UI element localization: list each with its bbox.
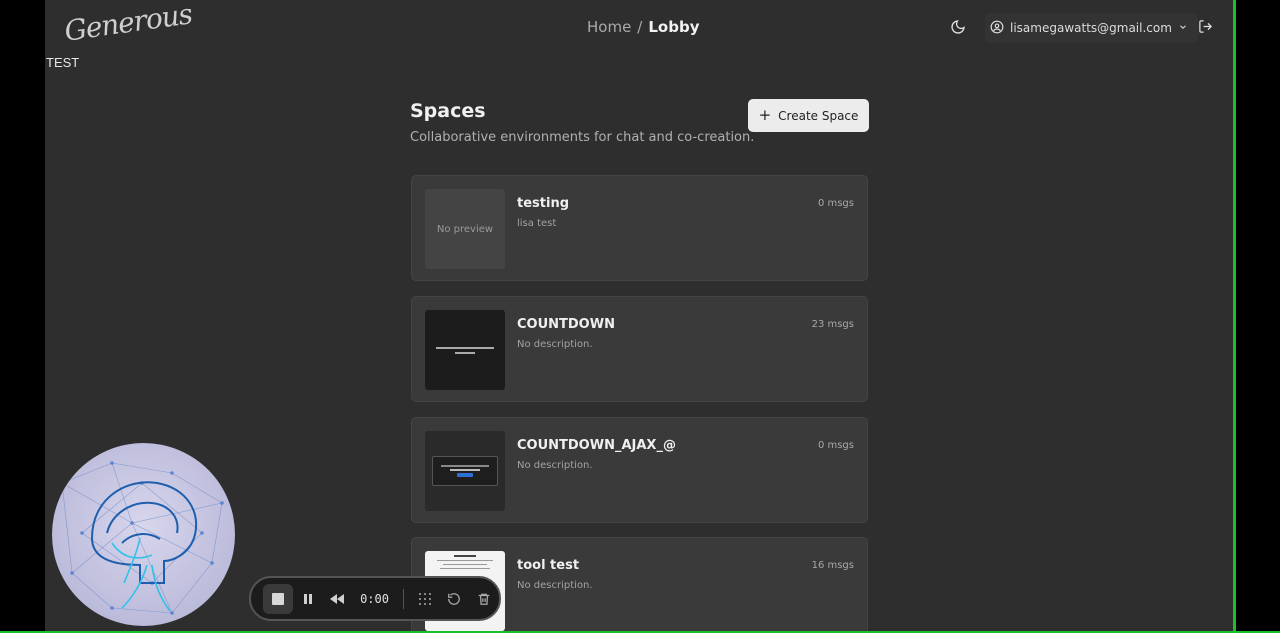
user-menu[interactable]: lisamegawatts@gmail.com (985, 13, 1198, 43)
message-count: 23 msgs (811, 319, 854, 330)
space-card[interactable]: COUNTDOWN_AJAX_@ No description. 0 msgs (411, 417, 868, 523)
logo[interactable]: Generous (62, 0, 194, 48)
no-preview-text: No preview (436, 223, 494, 235)
space-thumbnail (425, 310, 505, 390)
trash-icon (478, 593, 490, 605)
breadcrumb-home[interactable]: Home (587, 18, 631, 36)
create-space-button[interactable]: + Create Space (748, 99, 869, 132)
moon-icon[interactable] (950, 19, 968, 37)
brain-avatar (52, 443, 235, 626)
space-title: COUNTDOWN (517, 317, 615, 332)
message-count: 16 msgs (811, 560, 854, 571)
user-icon (990, 20, 1004, 37)
recorder-bar: 0:00 (249, 576, 501, 621)
brain-network-image (60, 461, 224, 615)
message-count: 0 msgs (817, 198, 854, 209)
thumbnail-preview (432, 456, 498, 486)
rewind-button[interactable] (322, 584, 352, 614)
create-space-label: Create Space (778, 108, 859, 123)
breadcrumb-current: Lobby (648, 18, 700, 36)
message-count: 0 msgs (817, 440, 854, 451)
pause-button[interactable] (293, 584, 323, 614)
stop-button[interactable] (263, 583, 293, 614)
space-title: testing (517, 196, 569, 211)
window-border (1233, 0, 1236, 633)
restart-button[interactable] (440, 584, 470, 614)
chevron-down-icon (1178, 21, 1188, 35)
breadcrumb-separator: / (637, 18, 643, 36)
plus-icon: + (758, 106, 772, 124)
user-email: lisamegawatts@gmail.com (1010, 21, 1172, 35)
recording-time: 0:00 (360, 591, 389, 606)
rewind-icon (330, 593, 345, 604)
space-description: No description. (517, 339, 593, 350)
logo-subtitle: TEST (46, 55, 80, 70)
delete-button[interactable] (469, 584, 499, 614)
breadcrumb: Home / Lobby (587, 18, 699, 36)
space-thumbnail (425, 431, 505, 511)
thumbnail-preview (432, 346, 498, 354)
space-thumbnail: No preview (425, 189, 505, 269)
divider (402, 588, 404, 609)
restart-icon (448, 592, 461, 605)
space-description: No description. (517, 460, 593, 471)
space-card[interactable]: COUNTDOWN No description. 23 msgs (411, 296, 868, 402)
space-title: tool test (517, 558, 580, 573)
space-description: No description. (517, 580, 593, 591)
space-card[interactable]: No preview testing lisa test 0 msgs (411, 175, 868, 281)
logout-icon[interactable] (1198, 19, 1214, 35)
space-description: lisa test (517, 218, 557, 229)
space-title: COUNTDOWN_AJAX_@ (517, 438, 676, 453)
stop-icon (271, 592, 284, 605)
page-title: Spaces (410, 100, 486, 122)
page-subtitle: Collaborative environments for chat and … (410, 130, 755, 145)
grid-button[interactable] (410, 584, 440, 614)
pause-icon (303, 593, 312, 604)
grid-icon (418, 592, 431, 605)
